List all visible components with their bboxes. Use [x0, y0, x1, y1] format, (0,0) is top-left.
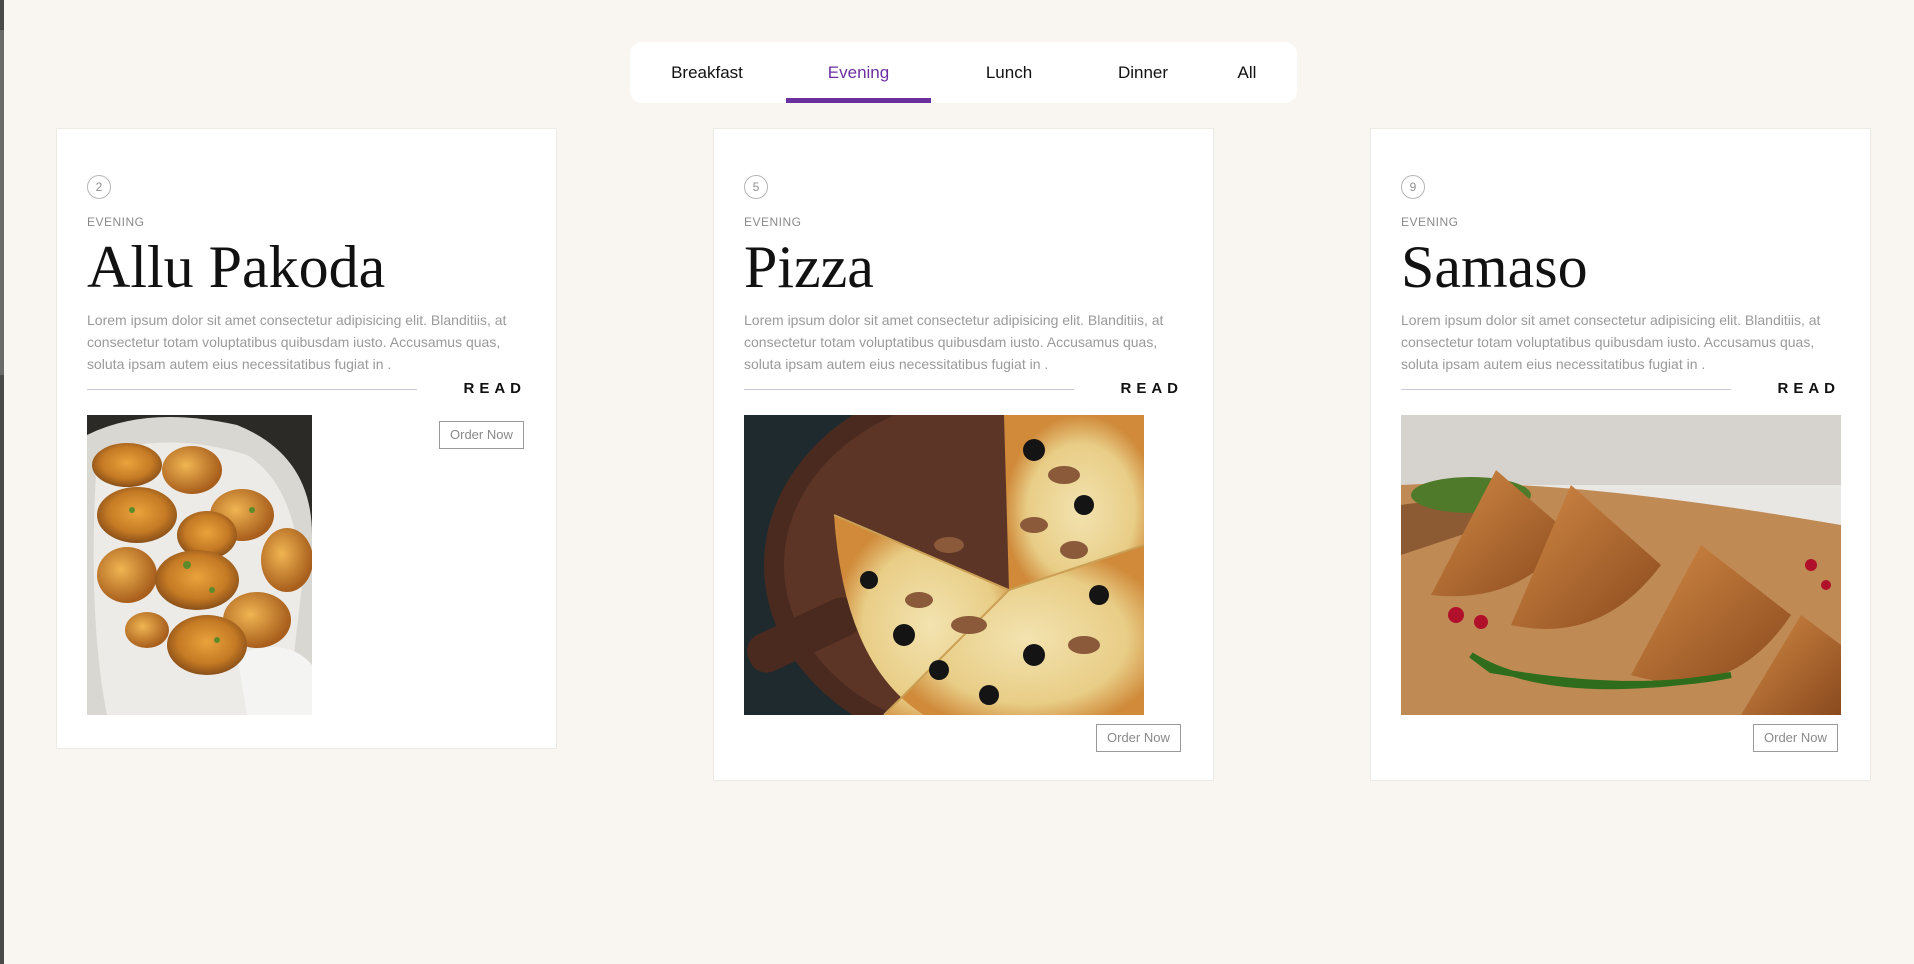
item-category: EVENING: [1401, 215, 1459, 229]
read-link[interactable]: READ: [1777, 380, 1840, 397]
category-tabs: Breakfast Evening Lunch Dinner All: [630, 42, 1297, 103]
item-description: Lorem ipsum dolor sit amet consectetur a…: [744, 312, 1164, 372]
item-title: Allu Pakoda: [87, 234, 386, 300]
pizza-photo-image: [744, 415, 1144, 715]
item-title: Pizza: [744, 234, 874, 300]
tab-all[interactable]: All: [1217, 42, 1277, 103]
window-edge-notch: [0, 30, 4, 375]
menu-card-allu-pakoda: 2 EVENING Allu Pakoda Lorem ipsum dolor …: [56, 128, 557, 749]
order-now-button[interactable]: Order Now: [1753, 724, 1838, 752]
samosa-photo-image: [1401, 415, 1841, 715]
tab-lunch[interactable]: Lunch: [950, 42, 1068, 103]
samosa-photo: [1401, 415, 1841, 715]
item-description: Lorem ipsum dolor sit amet consectetur a…: [87, 312, 507, 372]
item-number-badge: 9: [1401, 175, 1425, 199]
tab-evening[interactable]: Evening: [786, 42, 931, 103]
menu-card-pizza: 5 EVENING Pizza Lorem ipsum dolor sit am…: [713, 128, 1214, 781]
read-link[interactable]: READ: [1120, 380, 1183, 397]
pizza-photo: [744, 415, 1144, 715]
item-number-badge: 2: [87, 175, 111, 199]
window-left-edge: [0, 0, 4, 964]
item-title: Samaso: [1401, 234, 1588, 300]
item-number-badge: 5: [744, 175, 768, 199]
tab-breakfast[interactable]: Breakfast: [648, 42, 766, 103]
pakoda-photo-image: [87, 415, 312, 715]
item-category: EVENING: [744, 215, 802, 229]
divider-line: [744, 389, 1074, 390]
pakoda-photo: [87, 415, 312, 715]
order-now-button[interactable]: Order Now: [1096, 724, 1181, 752]
order-now-button[interactable]: Order Now: [439, 421, 524, 449]
item-category: EVENING: [87, 215, 145, 229]
menu-card-samaso: 9 EVENING Samaso Lorem ipsum dolor sit a…: [1370, 128, 1871, 781]
divider-line: [87, 389, 417, 390]
read-link[interactable]: READ: [463, 380, 526, 397]
divider-line: [1401, 389, 1731, 390]
item-description: Lorem ipsum dolor sit amet consectetur a…: [1401, 312, 1821, 372]
tab-dinner[interactable]: Dinner: [1084, 42, 1202, 103]
